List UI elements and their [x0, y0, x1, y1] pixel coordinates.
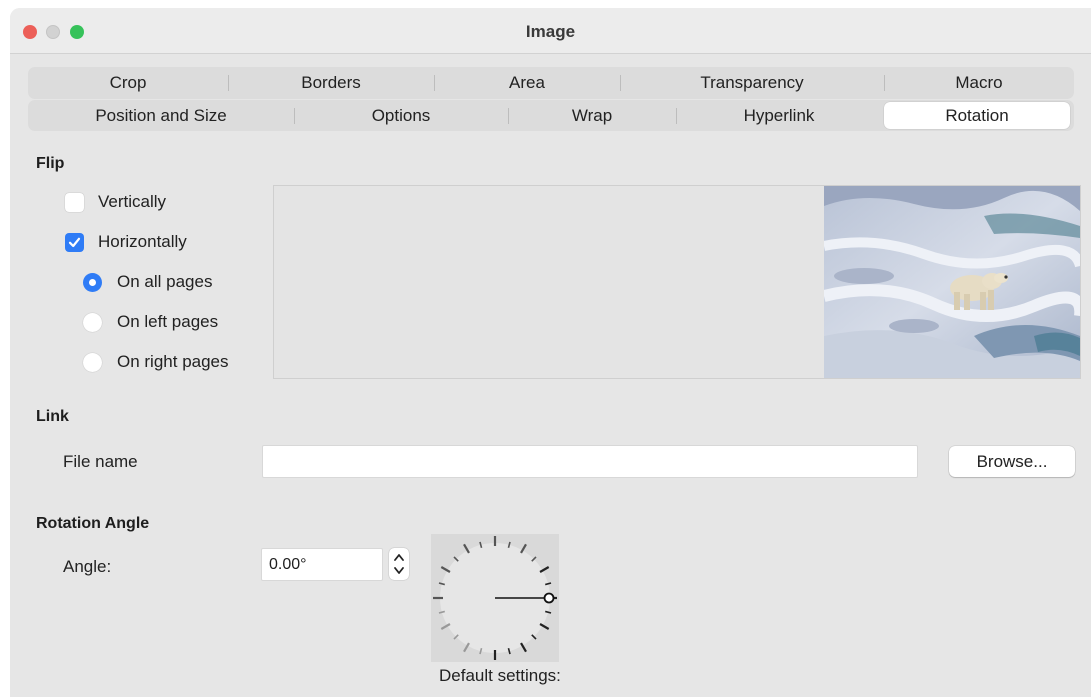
tab-row-1: Crop Borders Area Transparency Macro	[28, 67, 1074, 99]
flip-vertically-checkbox[interactable]	[65, 193, 84, 212]
rotation-dial[interactable]	[431, 534, 559, 662]
tab-area[interactable]: Area	[434, 67, 620, 99]
tab-wrap[interactable]: Wrap	[508, 100, 676, 131]
on-all-pages-radio[interactable]	[83, 273, 102, 292]
window-title: Image	[525, 22, 576, 41]
flip-horizontally-label: Horizontally	[98, 232, 187, 251]
default-settings-label: Default settings:	[439, 666, 561, 685]
on-left-pages-label: On left pages	[117, 312, 219, 331]
flip-heading: Flip	[36, 155, 65, 172]
angle-label: Angle:	[63, 557, 112, 576]
title-bar: Image	[10, 8, 1091, 54]
angle-stepper[interactable]	[389, 548, 409, 580]
tab-crop[interactable]: Crop	[28, 67, 228, 99]
rotation-angle-heading: Rotation Angle	[36, 515, 150, 532]
link-heading: Link	[36, 408, 69, 425]
on-right-pages-label: On right pages	[117, 352, 229, 371]
tab-hyperlink[interactable]: Hyperlink	[676, 100, 882, 131]
flip-horizontally-checkbox[interactable]	[65, 233, 84, 252]
tab-options[interactable]: Options	[294, 100, 508, 131]
angle-field[interactable]: 0.00°	[261, 548, 383, 581]
tab-row-2: Position and Size Options Wrap Hyperlink…	[28, 100, 1074, 131]
on-all-pages-label: On all pages	[117, 272, 213, 291]
tab-rotation[interactable]: Rotation	[884, 102, 1070, 129]
stepper-arrows-icon	[394, 554, 404, 574]
polar-bear-image	[824, 186, 1080, 378]
tab-borders[interactable]: Borders	[228, 67, 434, 99]
flip-vertically-label: Vertically	[98, 192, 167, 211]
tab-macro[interactable]: Macro	[884, 67, 1074, 99]
tab-transparency[interactable]: Transparency	[620, 67, 884, 99]
flip-preview	[273, 185, 1081, 379]
on-right-pages-radio[interactable]	[83, 353, 102, 372]
image-dialog: Image Crop Borders Area Transparency Mac…	[10, 8, 1091, 697]
file-name-field[interactable]	[262, 445, 918, 478]
tab-position-and-size[interactable]: Position and Size	[28, 100, 294, 131]
checkmark-icon	[68, 237, 81, 248]
browse-button[interactable]: Browse...	[949, 446, 1075, 477]
on-left-pages-radio[interactable]	[83, 313, 102, 332]
file-name-label: File name	[63, 452, 138, 471]
